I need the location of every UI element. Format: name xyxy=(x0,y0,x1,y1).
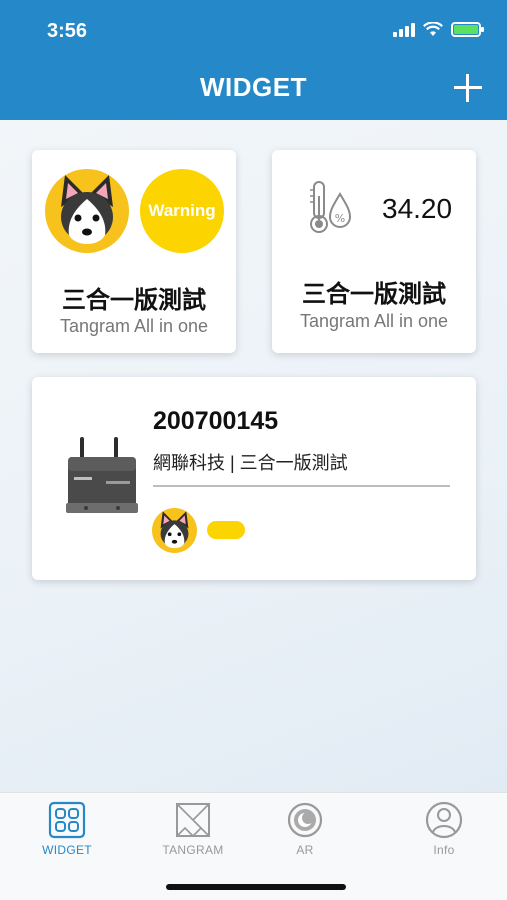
tab-label: WIDGET xyxy=(42,843,92,857)
device-id: 200700145 xyxy=(153,407,279,435)
husky-avatar-icon xyxy=(152,508,197,553)
divider xyxy=(153,485,450,487)
tab-widget[interactable]: WIDGET xyxy=(22,801,112,857)
sensor-reading: 34.20 xyxy=(382,193,453,224)
widget-card-sensor[interactable]: % 34.20 三合一版測試 Tangram All in one xyxy=(272,150,476,353)
widget-title: 三合一版測試 xyxy=(302,281,446,308)
device-card[interactable]: 200700145 網聯科技 | 三合一版測試 xyxy=(32,377,476,580)
widget-card-alert[interactable]: Warning 三合一版測試 Tangram All in one xyxy=(32,150,236,353)
tab-info[interactable]: Info xyxy=(399,801,489,857)
widget-subtitle: Tangram All in one xyxy=(59,316,209,336)
widget-title: 三合一版測試 xyxy=(62,287,206,314)
cellular-signal-icon xyxy=(393,22,415,37)
husky-avatar-icon xyxy=(45,169,129,253)
tab-label: Info xyxy=(433,843,455,857)
tab-tangram[interactable]: TANGRAM xyxy=(148,801,238,857)
widget-grid-icon xyxy=(48,801,86,839)
status-pill xyxy=(207,521,245,539)
tangram-icon xyxy=(176,803,210,837)
tab-label: TANGRAM xyxy=(162,843,224,857)
widget-subtitle: Tangram All in one xyxy=(299,311,449,331)
status-time: 3:56 xyxy=(47,20,88,42)
wifi-icon xyxy=(423,22,443,36)
gateway-device-image xyxy=(66,437,138,513)
status-icons xyxy=(393,22,484,37)
warning-badge: Warning xyxy=(140,169,224,253)
user-icon xyxy=(425,801,463,839)
svg-text:%: % xyxy=(335,212,345,225)
page-title: WIDGET xyxy=(200,72,307,102)
device-description: 網聯科技 | 三合一版測試 xyxy=(153,453,348,473)
add-widget-button[interactable] xyxy=(452,72,484,104)
tab-ar[interactable]: AR xyxy=(260,801,350,857)
home-indicator[interactable] xyxy=(166,884,346,890)
thermometer-humidity-icon: % xyxy=(310,181,352,233)
battery-icon xyxy=(451,22,484,37)
ar-icon xyxy=(287,802,323,838)
header-bar: 3:56 WIDGET xyxy=(0,0,507,120)
tab-label: AR xyxy=(296,843,314,857)
